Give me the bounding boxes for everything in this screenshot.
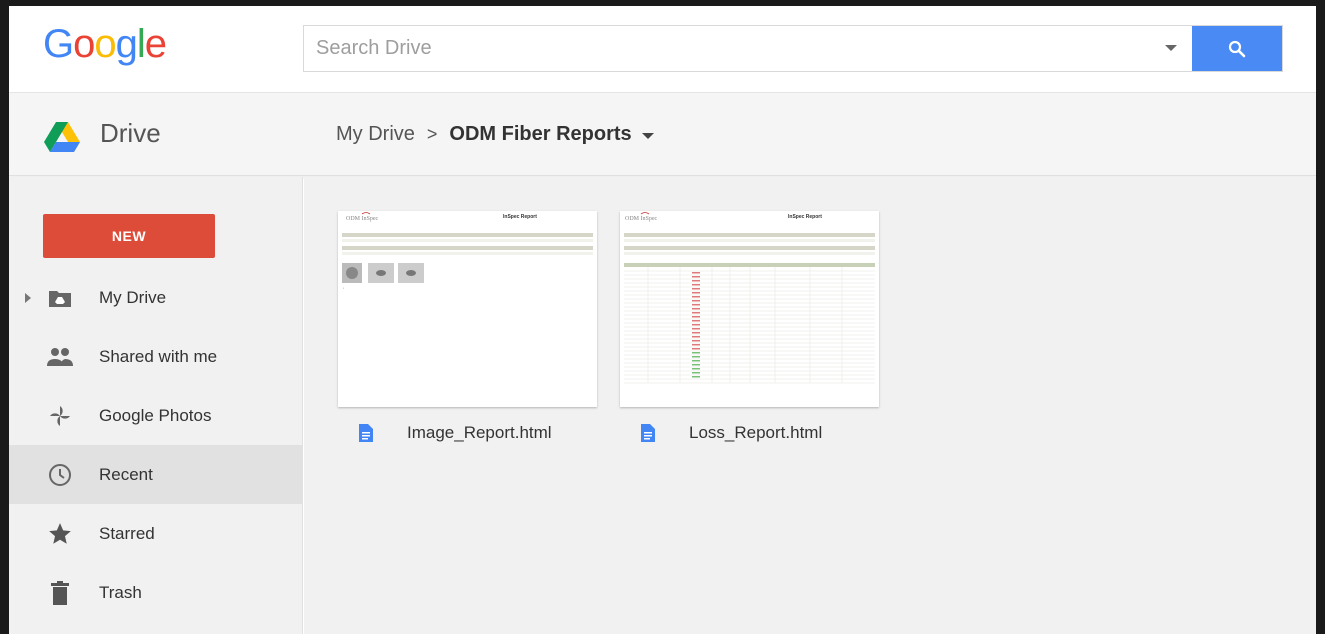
logo-letter: o [94, 22, 116, 66]
sidebar-item-label: Shared with me [99, 346, 218, 366]
breadcrumb-separator: > [426, 124, 438, 144]
drive-header-bar: Drive My Drive > ODM Fiber Reports [9, 93, 1316, 176]
svg-text:▪: ▪ [343, 286, 344, 290]
breadcrumb-my-drive[interactable]: My Drive [336, 123, 415, 146]
document-icon [641, 424, 655, 442]
sidebar-item-label: Recent [99, 464, 153, 484]
sidebar-item-trash[interactable]: Trash [9, 563, 303, 622]
document-icon [359, 424, 373, 442]
sidebar-item-shared-with-me[interactable]: Shared with me [9, 327, 303, 386]
search-options-dropdown-icon[interactable] [1165, 45, 1177, 51]
sidebar: NEW My Drive Shared with me Google Photo… [9, 177, 303, 634]
breadcrumb-current-folder[interactable]: ODM Fiber Reports [449, 123, 631, 146]
google-logo[interactable]: Google [43, 22, 167, 67]
file-item-image-report[interactable]: Image_Report.html [359, 423, 552, 443]
thumb-brand: ODM InSpec [625, 216, 657, 222]
loss-table [624, 267, 875, 384]
file-name: Image_Report.html [407, 423, 552, 442]
sidebar-item-label: Starred [99, 523, 155, 543]
search-icon [1228, 40, 1246, 57]
sidebar-item-starred[interactable]: Starred [9, 504, 303, 563]
file-grid: ODM InSpec InSpec Report ▪ Image_Report.… [304, 177, 1316, 634]
logo-letter: g [115, 22, 138, 66]
sidebar-item-my-drive[interactable]: My Drive [9, 268, 303, 327]
drive-title[interactable]: Drive [100, 118, 161, 149]
report-preview: ODM InSpec InSpec Report [624, 212, 875, 384]
file-name: Loss_Report.html [689, 423, 823, 442]
trash-icon [46, 579, 74, 607]
thumb-title: InSpec Report [788, 214, 822, 220]
logo-letter: e [144, 22, 167, 66]
file-thumbnail-loss-report[interactable]: ODM InSpec InSpec Report [620, 211, 879, 407]
breadcrumb: My Drive > ODM Fiber Reports [336, 123, 654, 146]
star-icon [46, 520, 74, 548]
sidebar-item-label: Trash [99, 582, 142, 602]
search-input[interactable] [304, 26, 1164, 70]
pinwheel-icon [46, 402, 74, 430]
file-thumbnail-image-report[interactable]: ODM InSpec InSpec Report ▪ [338, 211, 597, 407]
folder-menu-dropdown-icon[interactable] [641, 132, 654, 139]
folder-drive-icon [46, 284, 74, 312]
file-item-loss-report[interactable]: Loss_Report.html [641, 423, 822, 443]
report-preview: ODM InSpec InSpec Report ▪ [342, 212, 593, 290]
logo-letter: G [43, 22, 74, 66]
new-button[interactable]: NEW [43, 214, 215, 258]
logo-letter: l [136, 22, 146, 66]
sidebar-item-recent[interactable]: Recent [9, 445, 303, 504]
people-icon [46, 343, 74, 371]
sidebar-item-google-photos[interactable]: Google Photos [9, 386, 303, 445]
top-bar: Google [9, 6, 1316, 93]
search-box [303, 25, 1283, 72]
clock-icon [46, 461, 74, 489]
sidebar-item-label: My Drive [99, 287, 167, 307]
expand-arrow-icon[interactable] [25, 292, 31, 303]
thumb-title: InSpec Report [503, 214, 537, 220]
thumb-brand: ODM InSpec [346, 216, 378, 222]
drive-logo-icon[interactable] [44, 122, 80, 157]
sidebar-item-label: Google Photos [99, 405, 212, 425]
logo-letter: o [73, 22, 95, 66]
search-button[interactable] [1192, 26, 1282, 71]
loss-table-status-marks [692, 272, 700, 378]
